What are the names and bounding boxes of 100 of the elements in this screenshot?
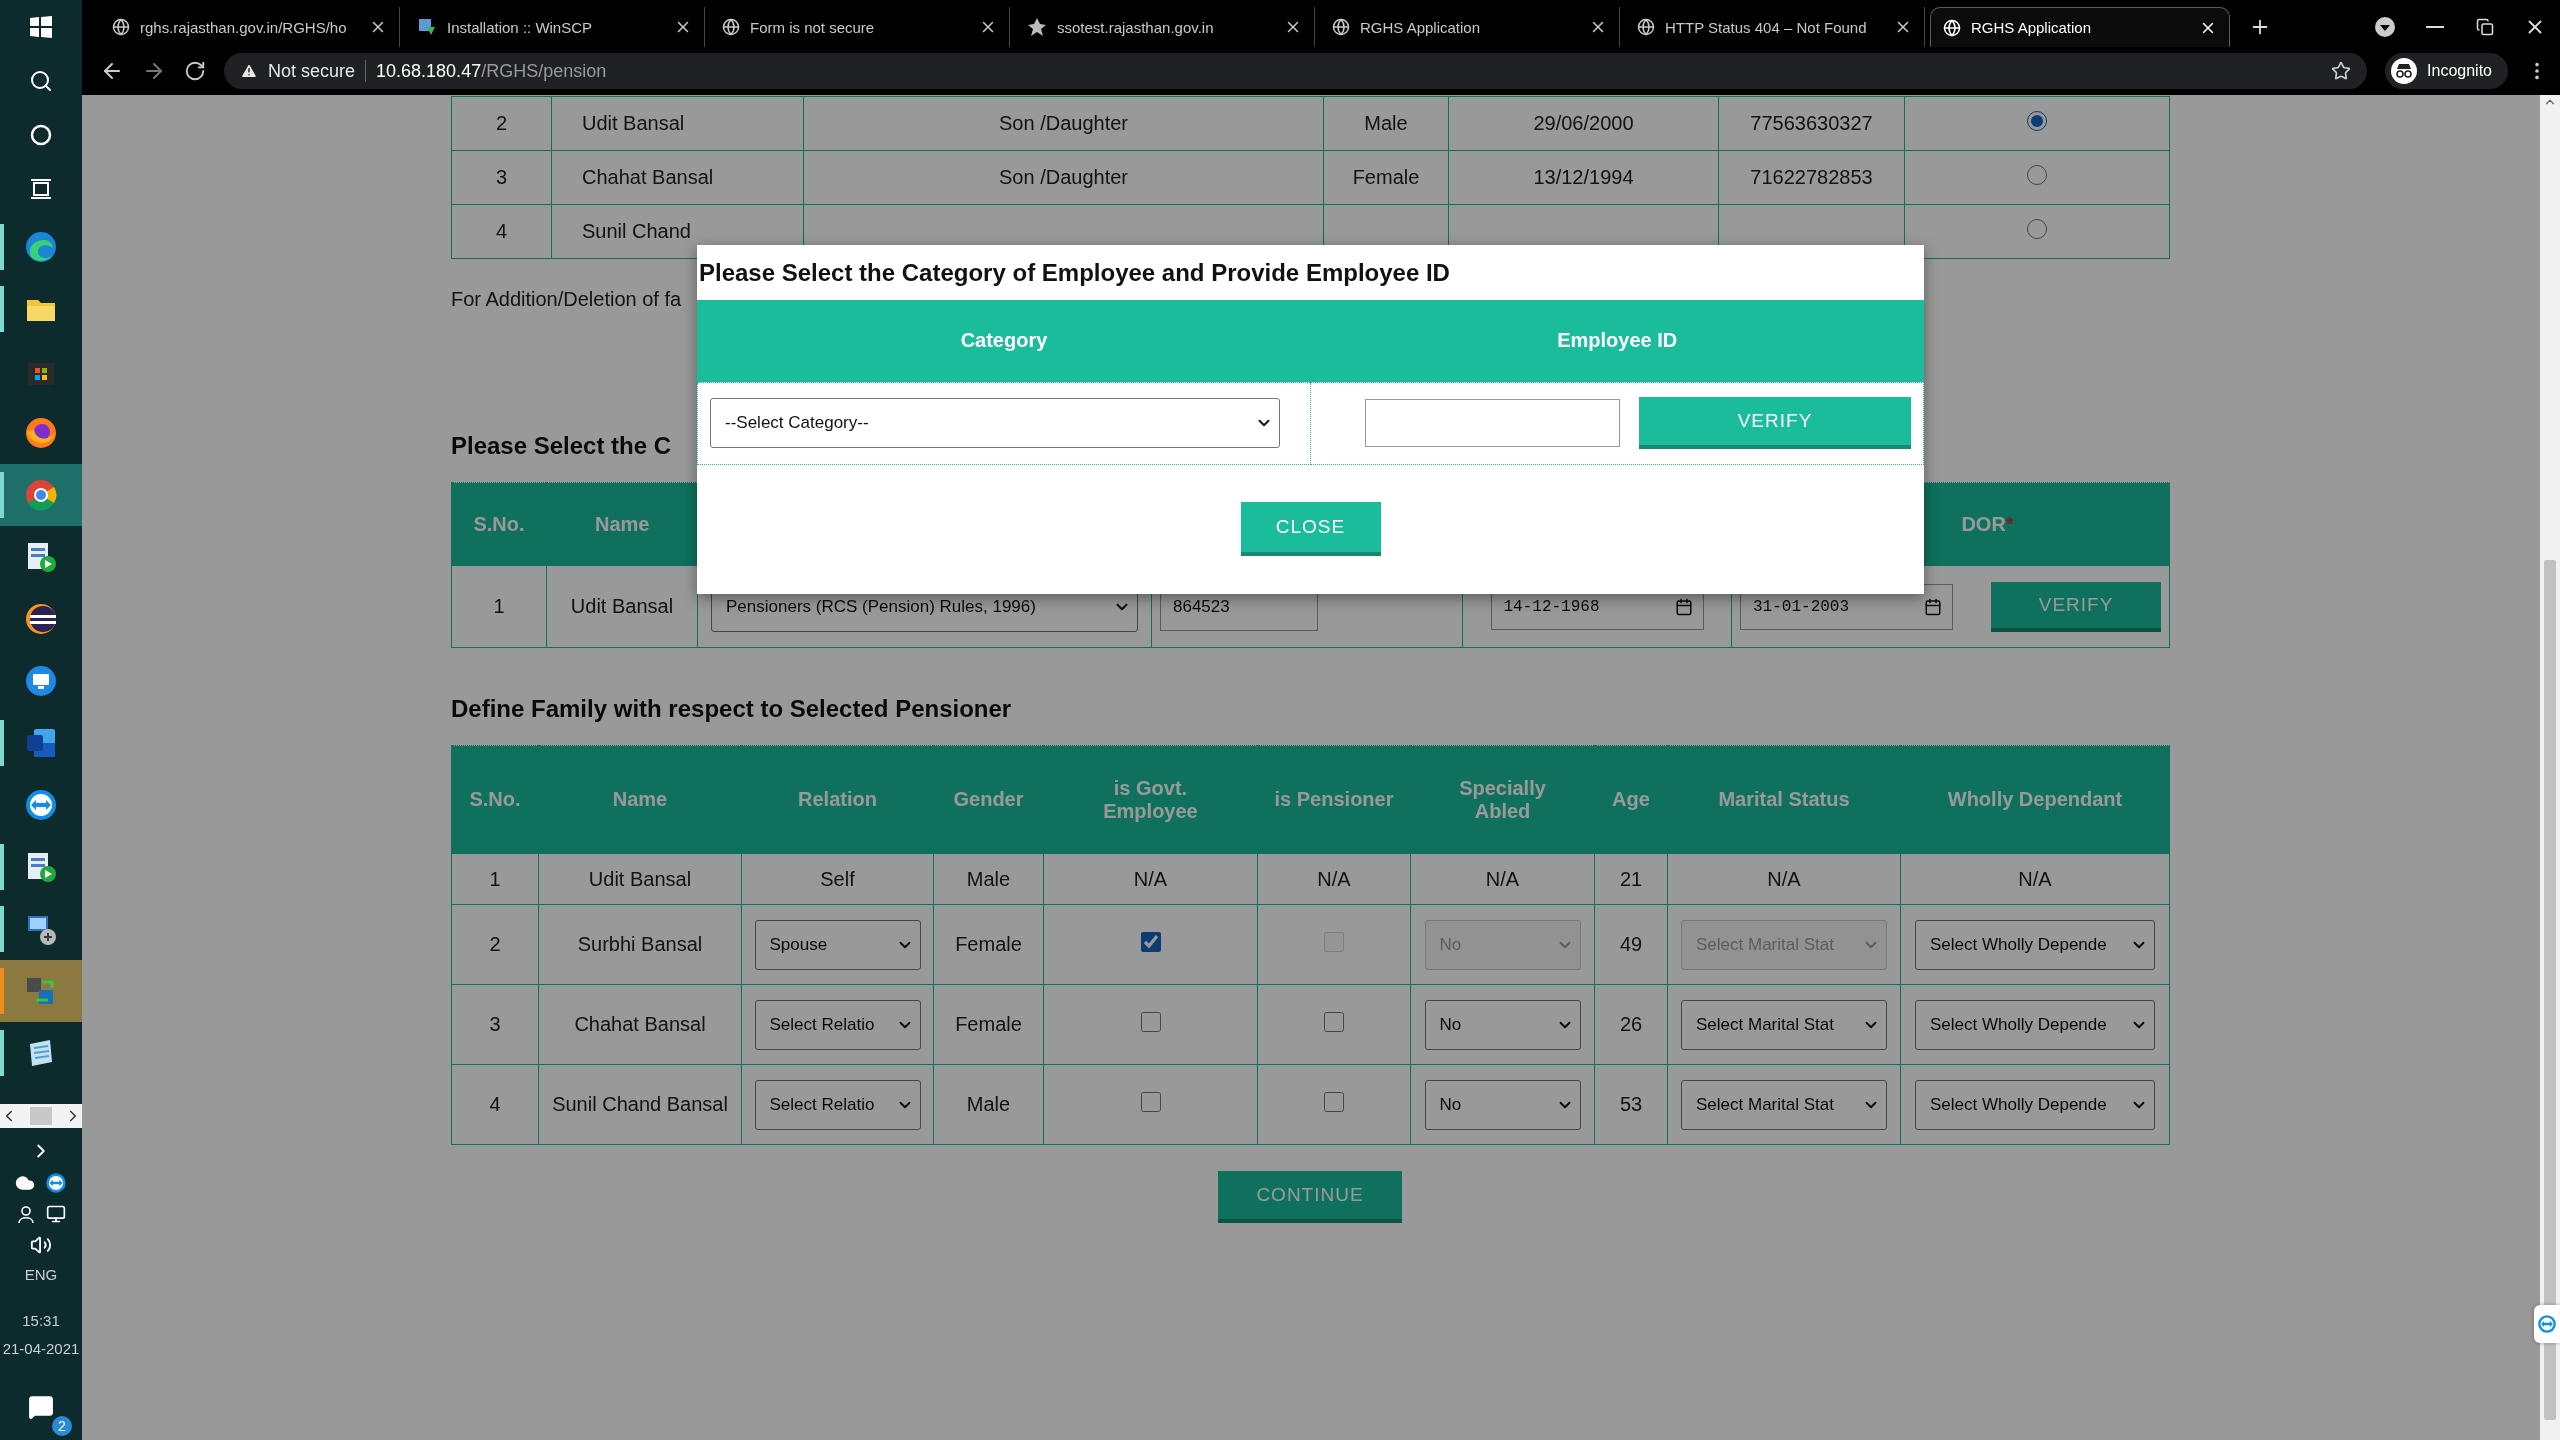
tab-title: rghs.rajasthan.gov.in/RGHS/ho	[140, 18, 348, 36]
table-cell: 21	[1594, 853, 1668, 905]
search-icon	[29, 69, 53, 93]
running-indicator	[0, 844, 4, 890]
section-heading: Define Family with respect to Selected Pensioner	[451, 695, 1013, 723]
scroll-thumb[interactable]	[30, 1107, 52, 1125]
table-cell: Female	[933, 984, 1044, 1065]
volume-icon[interactable]	[30, 1234, 52, 1256]
running-indicator	[0, 720, 4, 766]
table-cell: N/A	[1900, 853, 2170, 905]
table-cell: N/A	[1257, 853, 1411, 905]
column-header: is Govt. Employee	[1102, 776, 1199, 823]
table-cell: N/A	[1410, 853, 1595, 905]
table-cell: Male	[933, 1064, 1044, 1145]
cloud-icon[interactable]	[15, 1173, 35, 1193]
table-cell: 29/06/2000	[1448, 96, 1719, 151]
running-indicator	[0, 1030, 4, 1076]
category-dropdown[interactable]: --Select Category--	[710, 398, 1280, 448]
column-header: Age	[1612, 788, 1650, 811]
monitor-icon	[24, 664, 58, 698]
table-cell: Sunil Chand Bansal	[538, 1064, 742, 1145]
table-cell: Male	[1323, 96, 1449, 151]
table-cell: Son /Daughter	[803, 150, 1324, 205]
pensioner-checkbox[interactable]	[1324, 1092, 1344, 1112]
govt-employee-checkbox[interactable]	[1140, 1012, 1161, 1032]
clock-time[interactable]: 15:31	[22, 1312, 60, 1330]
running-indicator	[0, 286, 4, 332]
column-header: Specially Abled	[1458, 776, 1547, 823]
relation-dropdown[interactable]: Select Relatio	[754, 1079, 921, 1130]
govt-employee-checkbox[interactable]	[1140, 932, 1161, 952]
browser-tab[interactable]: RGHS Application	[1930, 7, 2230, 47]
address-bar[interactable]: Not secure 10.68.180.47/RGHS/pension	[224, 53, 2368, 89]
table-cell: 1	[451, 853, 539, 905]
scrollbar-thumb[interactable]	[2544, 560, 2556, 1420]
restore-icon	[2476, 18, 2494, 36]
network-icon[interactable]	[46, 1204, 66, 1224]
table-cell: Son /Daughter	[803, 96, 1324, 151]
column-header: Marital Status	[1718, 788, 1850, 811]
globe-icon	[1943, 18, 1961, 37]
table-cell: 1	[451, 565, 547, 648]
reload-icon[interactable]	[184, 60, 206, 82]
radio-button[interactable]	[2027, 219, 2047, 239]
tab-title: RGHS Application	[1360, 18, 1482, 36]
message-icon	[28, 1394, 54, 1420]
table-cell: Chahat Bansal	[551, 150, 804, 205]
radio-button[interactable]	[2027, 165, 2047, 185]
globe-icon	[722, 18, 740, 36]
employee-id-field[interactable]	[1365, 399, 1620, 447]
person-icon[interactable]	[16, 1204, 36, 1224]
tab-title: HTTP Status 404 – Not Found	[1665, 18, 1868, 36]
emblem-icon	[1027, 17, 1047, 37]
radio-button[interactable]	[2027, 111, 2047, 131]
table-cell: Female	[933, 904, 1044, 985]
ring-icon	[29, 123, 53, 147]
notification-count: 2	[52, 1416, 72, 1436]
profile-button[interactable]: Incognito	[2385, 53, 2508, 89]
language-indicator[interactable]: ENG	[24, 1266, 58, 1284]
double-arrow-icon[interactable]	[45, 1172, 67, 1194]
relation-dropdown[interactable]: Spouse	[754, 919, 921, 970]
double-arrow-icon	[2537, 1314, 2557, 1334]
swirl-icon	[24, 230, 58, 264]
specially-abled-dropdown[interactable]: No	[1424, 1079, 1581, 1130]
clock-date[interactable]: 21-04-2021	[2, 1340, 80, 1358]
section-heading: Please Select the C	[451, 432, 673, 460]
table-cell: Udit Bansal	[546, 565, 698, 648]
table-cell: N/A	[1043, 853, 1258, 905]
column-header: S.No.	[451, 482, 547, 566]
wholly-dependant-dropdown[interactable]: Select Wholly Depende	[1915, 1079, 2155, 1130]
wholly-dependant-dropdown[interactable]: Select Wholly Depende	[1915, 999, 2155, 1050]
pensioner-checkbox[interactable]	[1324, 1012, 1344, 1032]
calendar-icon	[1674, 597, 1693, 616]
column-header: is Pensioner	[1274, 788, 1394, 811]
wholly-dependant-dropdown[interactable]: Select Wholly Depende	[1915, 919, 2155, 970]
bookmark-star-icon[interactable]	[2331, 61, 2352, 81]
table-cell: 77563630327	[1718, 96, 1905, 151]
ringed-circle-icon	[24, 602, 58, 636]
column-header: Employee ID	[1310, 300, 1924, 382]
tab-title: RGHS Application	[1971, 19, 2093, 36]
globe-icon	[112, 18, 130, 36]
table-cell: 3	[451, 984, 539, 1065]
running-indicator	[0, 224, 4, 270]
task-view-icon	[29, 177, 53, 201]
security-label: Not secure	[268, 60, 356, 82]
table-cell: 2	[451, 96, 552, 151]
table-cell: Male	[933, 853, 1044, 905]
specially-abled-dropdown[interactable]: No	[1424, 999, 1581, 1050]
side-widget[interactable]	[2534, 1305, 2560, 1343]
govt-employee-checkbox[interactable]	[1140, 1092, 1161, 1112]
installer-icon	[417, 17, 437, 37]
table-cell: Chahat Bansal	[538, 984, 742, 1065]
table-cell: 49	[1594, 904, 1668, 985]
relation-dropdown[interactable]: Select Relatio	[754, 999, 921, 1050]
marital-status-dropdown[interactable]: Select Marital Stat	[1681, 1079, 1887, 1130]
running-indicator	[0, 968, 4, 1014]
marital-status-dropdown[interactable]: Select Marital Stat	[1681, 999, 1887, 1050]
windows-logo-icon	[29, 15, 53, 39]
calendar-icon	[1924, 597, 1942, 616]
table-cell: Female	[1323, 150, 1449, 205]
tab-title: Form is not secure	[750, 18, 876, 36]
table-cell: 13/12/1994	[1448, 150, 1719, 205]
